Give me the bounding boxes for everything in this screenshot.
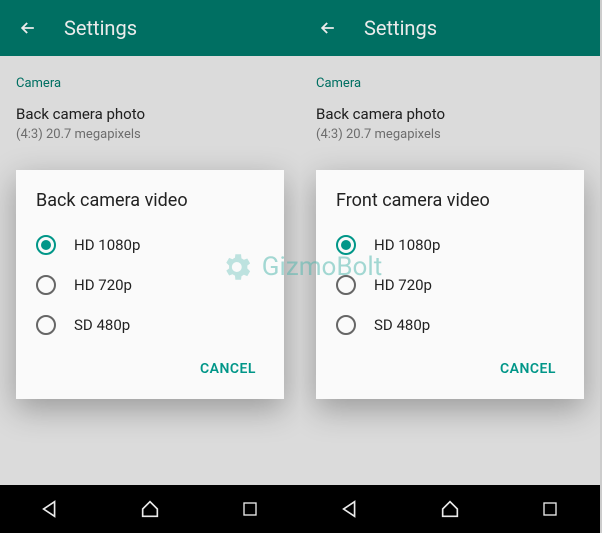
video-resolution-dialog: Front camera video HD 1080p HD 720p SD 4… xyxy=(316,170,584,399)
radio-option[interactable]: HD 1080p xyxy=(336,225,564,265)
cancel-button[interactable]: CANCEL xyxy=(192,353,264,385)
radio-option[interactable]: SD 480p xyxy=(36,305,264,345)
radio-option[interactable]: HD 720p xyxy=(336,265,564,305)
radio-unchecked-icon xyxy=(336,275,356,295)
radio-option[interactable]: HD 1080p xyxy=(36,225,264,265)
dialog-actions: CANCEL xyxy=(36,345,264,391)
radio-label: SD 480p xyxy=(74,316,130,334)
radio-label: HD 720p xyxy=(374,276,432,294)
cancel-button[interactable]: CANCEL xyxy=(492,353,564,385)
dialog-title: Back camera video xyxy=(36,190,264,211)
radio-option[interactable]: HD 720p xyxy=(36,265,264,305)
radio-label: HD 720p xyxy=(74,276,132,294)
radio-label: HD 1080p xyxy=(374,236,440,254)
dialog-actions: CANCEL xyxy=(336,345,564,391)
radio-option[interactable]: SD 480p xyxy=(336,305,564,345)
radio-checked-icon xyxy=(336,235,356,255)
radio-label: HD 1080p xyxy=(74,236,140,254)
dialog-title: Front camera video xyxy=(336,190,564,211)
radio-unchecked-icon xyxy=(336,315,356,335)
radio-checked-icon xyxy=(36,235,56,255)
screen-left: Settings Camera Back camera photo (4:3) … xyxy=(0,0,300,533)
screen-right: Settings Camera Back camera photo (4:3) … xyxy=(300,0,600,533)
radio-unchecked-icon xyxy=(36,315,56,335)
radio-unchecked-icon xyxy=(36,275,56,295)
video-resolution-dialog: Back camera video HD 1080p HD 720p SD 48… xyxy=(16,170,284,399)
radio-label: SD 480p xyxy=(374,316,430,334)
